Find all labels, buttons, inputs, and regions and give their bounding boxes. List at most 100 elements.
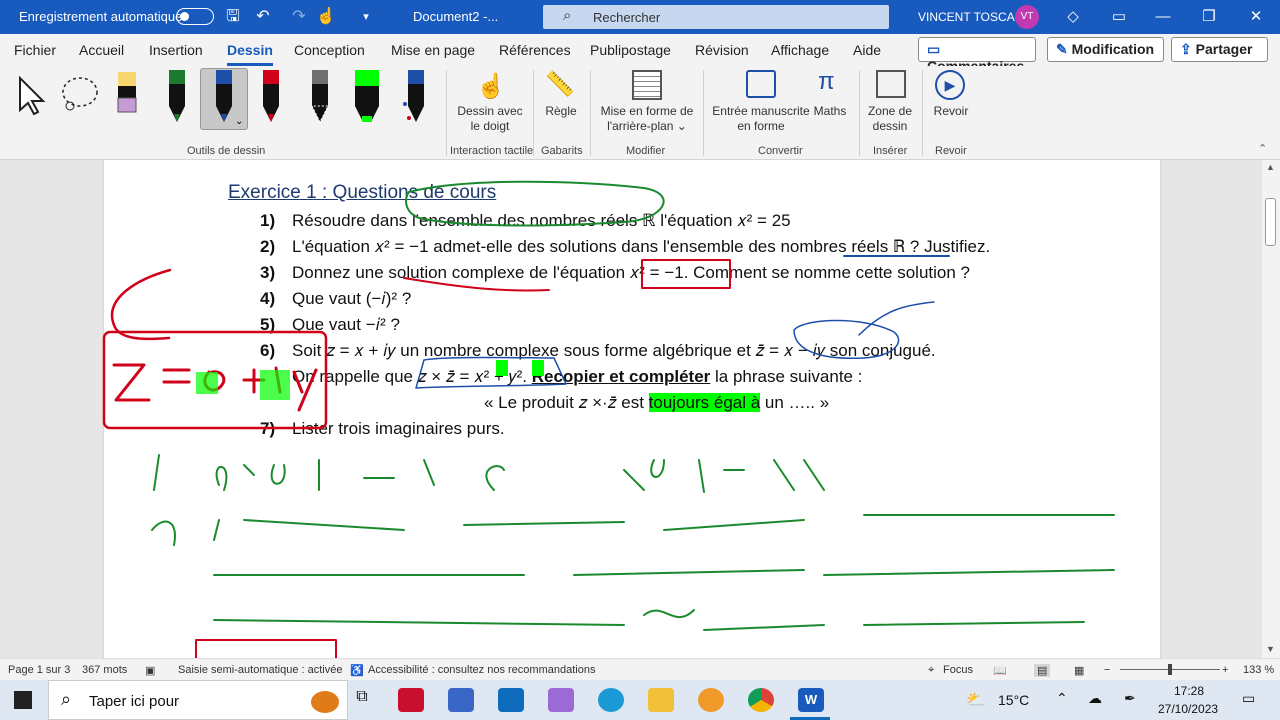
focus-button[interactable]: Focus bbox=[943, 664, 973, 676]
editing-mode-button[interactable]: ✎ Modification ▾ bbox=[1047, 37, 1164, 73]
mcafee-icon[interactable] bbox=[398, 688, 424, 712]
group-modify: Modifier bbox=[626, 145, 666, 157]
draw-with-finger-button[interactable]: Dessin avec le doigt bbox=[455, 104, 525, 134]
edge-icon[interactable] bbox=[598, 688, 624, 712]
drawing-canvas-icon[interactable] bbox=[876, 70, 906, 98]
app-icon[interactable] bbox=[448, 688, 474, 712]
file-explorer-icon[interactable] bbox=[648, 688, 674, 712]
format-background-icon[interactable] bbox=[632, 70, 662, 100]
chrome-icon[interactable] bbox=[748, 688, 774, 712]
clock-time[interactable]: 17:28 bbox=[1174, 684, 1204, 698]
drawing-canvas-button[interactable]: Zone de dessin bbox=[865, 104, 915, 134]
tab-dessin[interactable]: Dessin bbox=[227, 42, 273, 66]
scroll-up-icon[interactable]: ▲ bbox=[1266, 162, 1275, 172]
zoom-out-icon[interactable]: − bbox=[1104, 664, 1110, 676]
scroll-down-icon[interactable]: ▼ bbox=[1266, 644, 1275, 654]
taskbar-search[interactable]: ⌕ Taper ici pour bbox=[48, 680, 348, 720]
clock-date[interactable]: 27/10/2023 bbox=[1158, 702, 1218, 716]
zoom-level[interactable]: 133 % bbox=[1243, 664, 1274, 676]
ribbon-display-icon[interactable]: ▭ bbox=[1108, 6, 1130, 28]
tab-mise-en-page[interactable]: Mise en page bbox=[391, 42, 475, 58]
vertical-scrollbar[interactable]: ▲ ▼ bbox=[1262, 160, 1280, 658]
replay-button[interactable]: Revoir bbox=[928, 104, 974, 119]
scrollbar-thumb[interactable] bbox=[1265, 198, 1276, 246]
chevron-down-icon[interactable]: ⌄ bbox=[235, 116, 243, 127]
redo-icon[interactable]: ↷ bbox=[288, 6, 310, 28]
app-icon[interactable] bbox=[698, 688, 724, 712]
highlighter-green-icon[interactable] bbox=[352, 70, 382, 126]
proofing-icon[interactable]: ▣ bbox=[145, 664, 155, 677]
windows-start-icon[interactable] bbox=[14, 691, 32, 709]
weather-icon[interactable]: ⛅ bbox=[966, 690, 986, 710]
accessibility-icon[interactable]: ♿ bbox=[350, 664, 364, 677]
document-area[interactable]: Exercice 1 : Questions de cours 1) Résou… bbox=[0, 160, 1262, 658]
format-background-button[interactable]: Mise en forme de l'arrière-plan ⌄ bbox=[598, 104, 696, 134]
pen-icon[interactable]: ✒ bbox=[1124, 690, 1136, 707]
word-count[interactable]: 367 mots bbox=[82, 664, 127, 676]
group-touch: Interaction tactile bbox=[450, 145, 534, 157]
list-item-text: Donnez une solution complexe de l'équati… bbox=[292, 263, 970, 282]
list-item-text: Que vaut (−𝑖)² ? bbox=[292, 289, 412, 308]
minimize-icon[interactable]: — bbox=[1152, 6, 1174, 28]
share-button[interactable]: ⇪ Partager bbox=[1171, 37, 1268, 62]
ink-to-shape-button[interactable]: Entrée manuscrite en forme bbox=[710, 104, 812, 134]
tab-publipostage[interactable]: Publipostage bbox=[590, 42, 671, 58]
math-button[interactable]: Maths bbox=[812, 104, 848, 119]
draw-with-touch-icon[interactable]: ☝ bbox=[476, 72, 506, 101]
status-bar: Page 1 sur 3 367 mots ▣ Saisie semi-auto… bbox=[0, 658, 1280, 680]
group-insert: Insérer bbox=[873, 145, 908, 157]
close-icon[interactable]: ✕ bbox=[1245, 6, 1267, 28]
tab-insertion[interactable]: Insertion bbox=[149, 42, 203, 58]
replay-icon[interactable]: ▶ bbox=[935, 70, 965, 100]
tab-fichier[interactable]: Fichier bbox=[14, 42, 56, 58]
tab-affichage[interactable]: Affichage bbox=[771, 42, 829, 58]
tab-aide[interactable]: Aide bbox=[853, 42, 881, 58]
search-box[interactable]: ⌕ Rechercher bbox=[543, 5, 889, 29]
autosave-toggle[interactable] bbox=[176, 8, 214, 25]
glitter-pen-icon[interactable] bbox=[401, 70, 431, 126]
ink-to-shape-icon[interactable] bbox=[746, 70, 776, 98]
tab-conception[interactable]: Conception bbox=[294, 42, 365, 58]
notification-icon[interactable]: ▭ bbox=[1242, 690, 1255, 707]
word-icon[interactable]: W bbox=[798, 688, 824, 712]
web-layout-icon[interactable]: ▦ bbox=[1074, 664, 1084, 677]
zoom-in-icon[interactable]: + bbox=[1222, 664, 1228, 676]
document-title[interactable]: Document2 -... bbox=[413, 9, 498, 24]
blue-ink-arrow bbox=[858, 301, 935, 336]
save-icon[interactable]: 🖫 bbox=[222, 6, 244, 28]
tab-revision[interactable]: Révision bbox=[695, 42, 749, 58]
divider bbox=[533, 70, 534, 156]
restore-icon[interactable]: ❐ bbox=[1198, 6, 1220, 28]
print-layout-icon[interactable]: ▤ bbox=[1034, 664, 1051, 677]
ruler-button[interactable]: Règle bbox=[541, 104, 581, 119]
tab-accueil[interactable]: Accueil bbox=[79, 42, 124, 58]
premium-diamond-icon[interactable]: ◇ bbox=[1062, 6, 1084, 28]
collapse-ribbon-icon[interactable]: ⌃ bbox=[1258, 142, 1267, 155]
user-name[interactable]: VINCENT TOSCA bbox=[918, 10, 1015, 24]
pen-red-icon[interactable] bbox=[256, 70, 286, 126]
read-mode-icon[interactable]: 📖 bbox=[993, 664, 1007, 677]
mail-icon[interactable] bbox=[498, 688, 524, 712]
ruler-icon[interactable]: 📏 bbox=[545, 70, 575, 99]
math-pi-icon[interactable]: π bbox=[818, 68, 835, 96]
page-count[interactable]: Page 1 sur 3 bbox=[8, 664, 70, 676]
touch-mode-icon[interactable]: ☝ bbox=[315, 6, 337, 28]
document-page[interactable]: Exercice 1 : Questions de cours 1) Résou… bbox=[102, 160, 1160, 658]
comments-button[interactable]: ▭ Commentaires bbox=[918, 37, 1036, 74]
zoom-slider-thumb[interactable] bbox=[1168, 664, 1172, 675]
undo-icon[interactable]: ↶ bbox=[252, 6, 274, 28]
pen-green-icon[interactable] bbox=[162, 70, 192, 126]
avatar[interactable]: VT bbox=[1015, 5, 1039, 29]
accessibility-status[interactable]: Accessibilité : consultez nos recommanda… bbox=[368, 664, 595, 676]
autocomplete-status[interactable]: Saisie semi-automatique : activée bbox=[178, 664, 342, 676]
weather-temp[interactable]: 15°C bbox=[998, 692, 1029, 708]
onedrive-icon[interactable]: ☁ bbox=[1088, 690, 1102, 707]
tab-references[interactable]: Références bbox=[499, 42, 571, 58]
windows-taskbar: ⌕ Taper ici pour ⧉ W ⛅ 15°C ⌃ ☁ ✒ 17:28 … bbox=[0, 680, 1280, 720]
pencil-grey-icon[interactable] bbox=[305, 70, 335, 126]
focus-icon[interactable]: ⌖ bbox=[928, 664, 934, 677]
paint-icon[interactable] bbox=[548, 688, 574, 712]
customize-qat-icon[interactable]: ▾ bbox=[355, 6, 377, 28]
task-view-icon[interactable]: ⧉ bbox=[349, 688, 375, 712]
chevron-up-icon[interactable]: ⌃ bbox=[1056, 690, 1068, 707]
